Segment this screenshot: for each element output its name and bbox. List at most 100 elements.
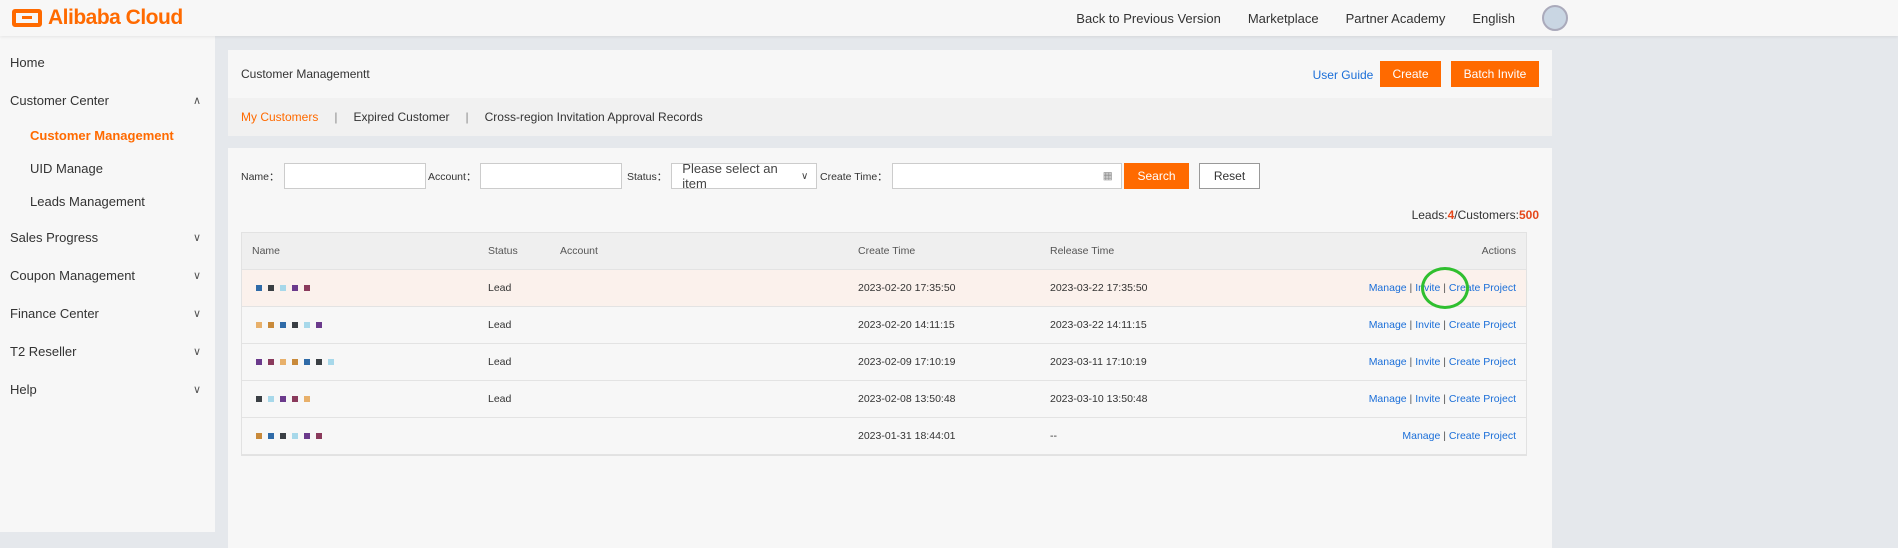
name-label: Name： [241, 170, 280, 183]
sidebar-item-label: T2 Reseller [10, 343, 77, 359]
page-header-panel: Customer Managementt User Guide Create B… [228, 50, 1552, 136]
tab-separator: | [465, 110, 469, 124]
table-row: Lead 2023-02-20 14:11:15 2023-03-22 14:1… [242, 307, 1526, 344]
account-input[interactable] [480, 163, 623, 189]
sidebar-item[interactable]: Customer Center ∧ [0, 81, 215, 119]
column-header: Account [560, 245, 598, 257]
action-link-manage[interactable]: Manage [1369, 282, 1407, 294]
search-button[interactable]: Search [1124, 163, 1189, 189]
status-cell: Lead [488, 393, 512, 405]
leads-label: Leads: [1411, 208, 1448, 222]
alibaba-cloud-logo[interactable]: Alibaba Cloud [12, 6, 183, 30]
action-link-create-project[interactable]: Create Project [1449, 430, 1516, 442]
sidebar-item[interactable]: Help ∨ [0, 370, 215, 408]
create-time-cell: 2023-01-31 18:44:01 [858, 430, 956, 442]
redacted-name [256, 393, 316, 405]
sidebar-item[interactable]: Customer Management [0, 119, 215, 152]
top-header: Alibaba Cloud Back to Previous Version Ma… [0, 0, 1898, 36]
status-select[interactable]: Please select an item ∨ [671, 161, 818, 191]
action-link-invite[interactable]: Invite [1415, 393, 1440, 405]
calendar-icon: ▦ [1102, 170, 1113, 182]
chevron-down-icon: ∨ [192, 345, 201, 358]
sidebar-item-label: Finance Center [10, 305, 99, 321]
column-header: Name [252, 245, 281, 257]
status-label: Status： [627, 170, 668, 183]
chevron-down-icon: ∨ [800, 170, 809, 182]
column-header: Create Time [858, 245, 916, 257]
create-time-picker[interactable]: ▦ [891, 163, 1122, 189]
action-link-manage[interactable]: Manage [1369, 393, 1407, 405]
tab-separator: | [334, 110, 338, 124]
action-link-manage[interactable]: Manage [1369, 356, 1407, 368]
column-header: Status [488, 245, 518, 257]
header-nav-item[interactable]: Marketplace [1248, 11, 1319, 26]
sidebar-item-label: Customer Management [30, 128, 174, 143]
table-row: Lead 2023-02-09 17:10:19 2023-03-11 17:1… [242, 344, 1526, 381]
batch-invite-button[interactable]: Batch Invite [1451, 61, 1539, 87]
sidebar-item[interactable]: Coupon Management ∨ [0, 256, 215, 294]
release-time-cell: 2023-03-22 14:11:15 [1050, 319, 1147, 331]
header-nav-item[interactable]: English [1472, 11, 1515, 26]
table-row: 2023-01-31 18:44:01 -- Manage | Create P… [242, 418, 1526, 455]
chevron-down-icon: ∨ [192, 231, 201, 244]
create-time-cell: 2023-02-20 14:11:15 [858, 319, 955, 331]
sidebar-item[interactable]: Home [0, 43, 215, 81]
status-cell: Lead [488, 282, 512, 294]
action-link-create-project[interactable]: Create Project [1449, 356, 1516, 368]
table-row: Lead 2023-02-08 13:50:48 2023-03-10 13:5… [242, 381, 1526, 418]
sidebar-item[interactable]: Sales Progress ∨ [0, 218, 215, 256]
actions-cell: Manage | Invite | Create Project [1368, 356, 1516, 368]
actions-cell: Manage | Invite | Create Project [1368, 393, 1516, 405]
header-nav-item[interactable]: Partner Academy [1346, 11, 1446, 26]
sidebar-item-label: Sales Progress [10, 229, 99, 245]
reset-button[interactable]: Reset [1199, 163, 1260, 189]
release-time-cell: 2023-03-10 13:50:48 [1050, 393, 1148, 405]
redacted-name [256, 356, 340, 368]
leads-customers-summary: Leads:4/Customers:500 [1412, 208, 1539, 222]
sidebar-item[interactable]: Leads Management [0, 185, 215, 218]
column-header: Release Time [1050, 245, 1115, 257]
tab[interactable]: Expired Customer [353, 110, 449, 124]
sidebar-item[interactable]: UID Manage [0, 152, 215, 185]
action-link-manage[interactable]: Manage [1369, 319, 1407, 331]
create-time-cell: 2023-02-09 17:10:19 [858, 356, 956, 368]
sidebar-item[interactable]: Finance Center ∨ [0, 294, 215, 332]
customer-list-panel: Name： Account： Status： Please select an i… [228, 148, 1552, 548]
status-cell: Lead [488, 319, 512, 331]
action-link-manage[interactable]: Manage [1402, 430, 1440, 442]
create-time-label: Create Time： [820, 170, 888, 183]
status-cell: Lead [488, 356, 512, 368]
tab[interactable]: Cross-region Invitation Approval Records [485, 110, 703, 124]
table-header: Name Status Account Create Time Release Time… [242, 233, 1526, 270]
customer-table: Name Status Account Create Time Release Time… [241, 232, 1527, 456]
redacted-name [256, 282, 316, 294]
avatar[interactable] [1542, 5, 1568, 31]
create-button[interactable]: Create [1380, 61, 1441, 87]
sidebar-item-label: UID Manage [30, 161, 103, 176]
sidebar: Home Customer Center ∧ Customer Management U… [0, 36, 215, 532]
action-link-invite[interactable]: Invite [1415, 356, 1440, 368]
page-title: Customer Managementt [241, 67, 370, 81]
sidebar-item-label: Customer Center [10, 92, 109, 108]
user-guide-link[interactable]: User Guide [1308, 62, 1378, 88]
action-link-create-project[interactable]: Create Project [1449, 319, 1516, 331]
redacted-name [256, 319, 328, 331]
create-time-cell: 2023-02-20 17:35:50 [858, 282, 956, 294]
header-nav-item[interactable]: Back to Previous Version [1076, 11, 1221, 26]
header-nav: Back to Previous Version Marketplace Partn… [1076, 0, 1898, 36]
actions-cell: Manage | Create Project [1402, 430, 1516, 442]
sidebar-item-label: Coupon Management [10, 267, 136, 283]
tab[interactable]: My Customers [241, 110, 318, 124]
action-link-create-project[interactable]: Create Project [1449, 393, 1516, 405]
create-time-cell: 2023-02-08 13:50:48 [858, 393, 956, 405]
sidebar-item[interactable]: T2 Reseller ∨ [0, 332, 215, 370]
sidebar-item-label: Help [10, 381, 37, 397]
action-link-invite[interactable]: Invite [1415, 319, 1440, 331]
customers-count: 500 [1518, 208, 1539, 222]
name-input[interactable] [283, 163, 426, 189]
chevron-down-icon: ∨ [192, 307, 201, 320]
release-time-cell: 2023-03-11 17:10:19 [1050, 356, 1147, 368]
logo-text: Alibaba Cloud [48, 6, 183, 29]
customers-label: /Customers: [1454, 208, 1519, 222]
sidebar-item-label: Leads Management [30, 194, 145, 209]
